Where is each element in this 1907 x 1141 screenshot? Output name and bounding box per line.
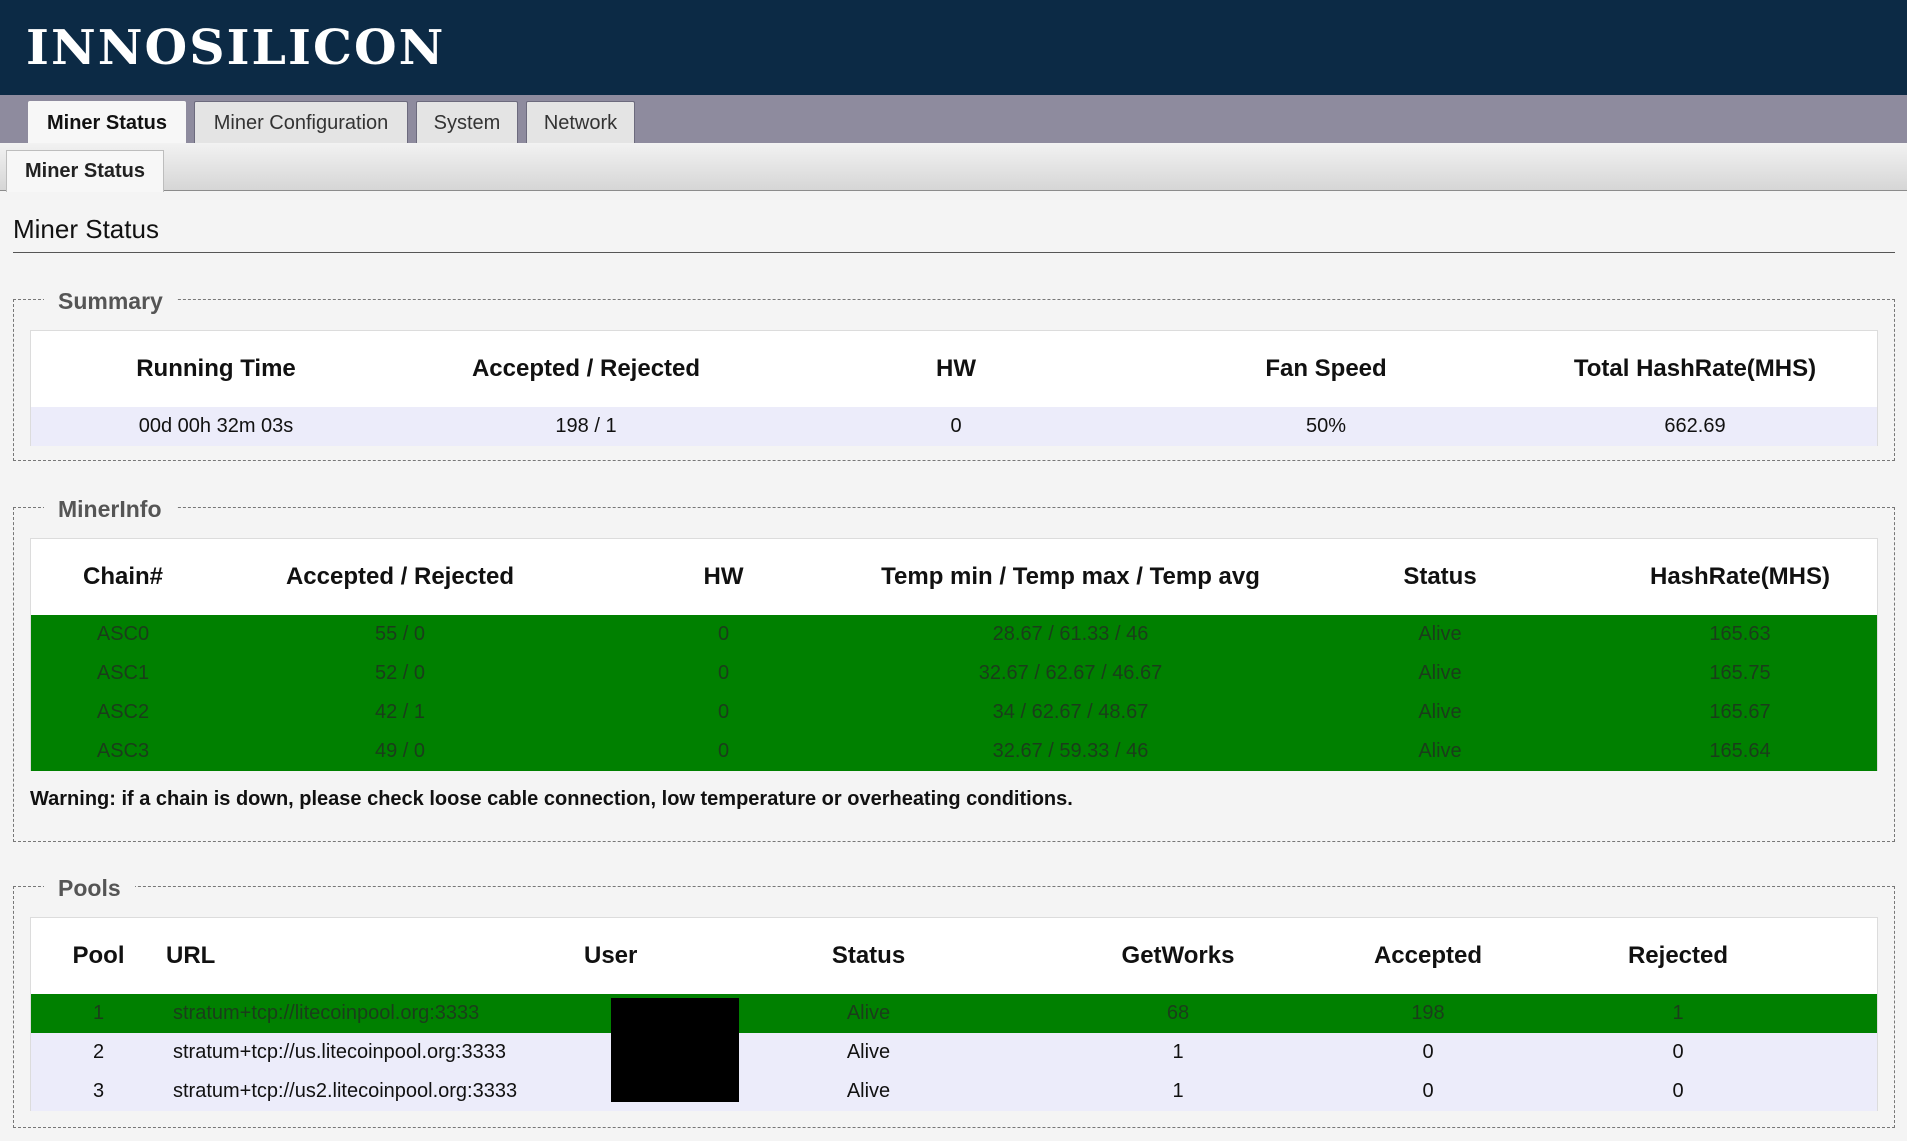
pools-table: Pool URL User Status GetWorks Accepted R… <box>30 917 1878 1111</box>
col-getworks: GetWorks <box>1121 942 1235 969</box>
col-user: User <box>584 942 638 969</box>
minerinfo-legend: MinerInfo <box>44 492 176 526</box>
status: Alive <box>1418 662 1462 684</box>
table-row: ASC3 49 / 0 0 32.67 / 59.33 / 46 Alive 1… <box>31 732 1877 771</box>
pool-accepted: 0 <box>1422 1041 1434 1063</box>
pool-accepted: 0 <box>1422 1080 1434 1102</box>
accepted-rejected: 52 / 0 <box>374 662 426 684</box>
col-accepted: Accepted <box>1373 942 1483 969</box>
accepted-rejected: 49 / 0 <box>374 740 426 762</box>
total-hashrate-value: 662.69 <box>1664 415 1726 437</box>
chain-id: ASC2 <box>96 701 150 723</box>
app-header: INNOSILICON <box>0 0 1907 95</box>
col-running-time: Running Time <box>136 355 296 382</box>
minerinfo-header-row: Chain# Accepted / Rejected HW Temp min /… <box>31 539 1877 615</box>
hw: 0 <box>717 701 730 723</box>
pool-rejected: 0 <box>1672 1080 1684 1102</box>
col-url: URL <box>166 942 216 969</box>
tab-miner-status[interactable]: Miner Status <box>28 101 186 144</box>
tab-system[interactable]: System <box>416 101 518 143</box>
pool-number: 1 <box>92 1002 105 1024</box>
minerinfo-table: Chain# Accepted / Rejected HW Temp min /… <box>30 538 1878 771</box>
title-divider <box>13 252 1895 253</box>
accepted-rejected: 42 / 1 <box>374 701 426 723</box>
temps: 28.67 / 61.33 / 46 <box>992 623 1149 645</box>
minerinfo-fieldset: MinerInfo Chain# Accepted / Rejected HW … <box>13 492 1895 842</box>
chain-warning: Warning: if a chain is down, please chec… <box>30 788 1073 810</box>
pool-rejected: 1 <box>1672 1002 1684 1024</box>
hw-value: 0 <box>950 415 962 437</box>
col-rejected: Rejected <box>1627 942 1729 969</box>
temps: 34 / 62.67 / 48.67 <box>992 701 1149 723</box>
pool-status: Alive <box>846 1041 891 1063</box>
table-row: 1 stratum+tcp://litecoinpool.org:3333 .3… <box>31 994 1877 1033</box>
innosilicon-logo: INNOSILICON <box>26 20 446 76</box>
table-row: ASC0 55 / 0 0 28.67 / 61.33 / 46 Alive 1… <box>31 615 1877 654</box>
summary-fieldset: Summary Running Time Accepted / Rejected… <box>13 284 1895 461</box>
hw: 0 <box>717 740 730 762</box>
col-pool: Pool <box>72 942 125 969</box>
hashrate: 165.63 <box>1709 623 1771 645</box>
pool-url: stratum+tcp://us.litecoinpool.org:3333 <box>173 1041 506 1063</box>
table-row: 2 stratum+tcp://us.litecoinpool.org:3333… <box>31 1033 1877 1072</box>
running-time-value: 00d 00h 32m 03s <box>138 415 294 437</box>
tab-network[interactable]: Network <box>526 101 635 143</box>
fan-speed-value: 50% <box>1305 415 1347 437</box>
col-status: Status <box>1403 563 1477 590</box>
pool-url: stratum+tcp://litecoinpool.org:3333 <box>173 1002 480 1024</box>
pool-number: 3 <box>92 1080 105 1102</box>
table-row: 3 stratum+tcp://us2.litecoinpool.org:333… <box>31 1072 1877 1111</box>
tab-miner-configuration[interactable]: Miner Configuration <box>194 101 408 143</box>
col-hw: HW <box>936 355 976 382</box>
col-accepted-rejected: Accepted / Rejected <box>285 563 515 590</box>
status: Alive <box>1418 701 1462 723</box>
pools-fieldset: Pools Pool URL User Status GetWorks Acce… <box>13 871 1895 1128</box>
user-redaction-block <box>611 998 739 1102</box>
pools-legend: Pools <box>44 871 135 905</box>
temps: 32.67 / 59.33 / 46 <box>992 740 1149 762</box>
status: Alive <box>1418 623 1462 645</box>
main-tab-bar: Miner Status Miner Configuration System … <box>0 95 1907 144</box>
col-status: Status <box>831 942 906 969</box>
hashrate: 165.64 <box>1709 740 1771 762</box>
chain-id: ASC3 <box>96 740 150 762</box>
accepted-rejected: 55 / 0 <box>374 623 426 645</box>
pool-accepted: 198 <box>1411 1002 1445 1024</box>
col-total-hashrate: Total HashRate(MHS) <box>1573 355 1817 382</box>
table-row: 00d 00h 32m 03s 198 / 1 0 50% 662.69 <box>31 407 1877 446</box>
subtab-miner-status[interactable]: Miner Status <box>6 150 164 192</box>
accepted-rejected-value: 198 / 1 <box>555 415 617 437</box>
hashrate: 165.75 <box>1709 662 1771 684</box>
page-title: Miner Status <box>13 214 159 244</box>
col-chain: Chain# <box>82 563 163 590</box>
col-fan-speed: Fan Speed <box>1265 355 1387 382</box>
table-row: ASC2 42 / 1 0 34 / 62.67 / 48.67 Alive 1… <box>31 693 1877 732</box>
col-temps: Temp min / Temp max / Temp avg <box>881 563 1260 590</box>
pool-status: Alive <box>846 1080 891 1102</box>
summary-header-row: Running Time Accepted / Rejected HW Fan … <box>31 331 1877 407</box>
pool-getworks: 1 <box>1172 1041 1184 1063</box>
pool-url: stratum+tcp://us2.litecoinpool.org:3333 <box>173 1080 518 1102</box>
col-hw: HW <box>703 563 744 590</box>
status: Alive <box>1418 740 1462 762</box>
sub-tab-bar: Miner Status <box>0 143 1907 192</box>
hashrate: 165.67 <box>1709 701 1771 723</box>
pool-number: 2 <box>92 1041 105 1063</box>
table-row: ASC1 52 / 0 0 32.67 / 62.67 / 46.67 Aliv… <box>31 654 1877 693</box>
chain-id: ASC0 <box>96 623 150 645</box>
summary-legend: Summary <box>44 284 177 318</box>
col-hashrate: HashRate(MHS) <box>1649 563 1831 590</box>
pool-status: Alive <box>846 1002 891 1024</box>
pool-getworks: 1 <box>1172 1080 1184 1102</box>
summary-table: Running Time Accepted / Rejected HW Fan … <box>30 330 1878 446</box>
hw: 0 <box>717 662 730 684</box>
chain-id: ASC1 <box>96 662 150 684</box>
col-accepted-rejected: Accepted / Rejected <box>471 355 701 382</box>
temps: 32.67 / 62.67 / 46.67 <box>978 662 1163 684</box>
hw: 0 <box>717 623 730 645</box>
pools-header-row: Pool URL User Status GetWorks Accepted R… <box>31 918 1877 994</box>
pool-rejected: 0 <box>1672 1041 1684 1063</box>
pool-getworks: 68 <box>1166 1002 1190 1024</box>
